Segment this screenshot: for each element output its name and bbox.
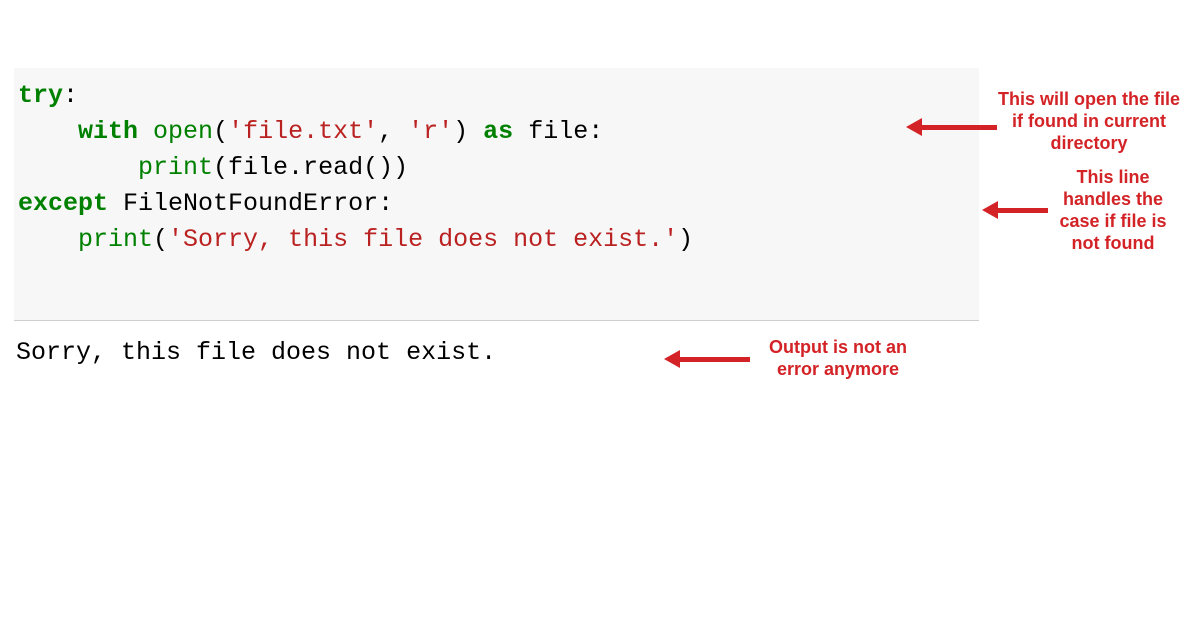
type-filenotfound: FileNotFoundError: — [123, 189, 393, 218]
code-block: try: with open('file.txt', 'r') as file:… — [14, 68, 979, 321]
annotation-output: Output is not an error anymore — [748, 336, 928, 380]
arrow-icon — [982, 201, 1048, 219]
paren: ) — [453, 117, 468, 146]
code-text: (file.read()) — [213, 153, 408, 182]
space — [468, 117, 483, 146]
string-message: 'Sorry, this file does not exist.' — [168, 225, 678, 254]
space — [138, 117, 153, 146]
space — [108, 189, 123, 218]
identifier-file: file: — [528, 117, 603, 146]
indent — [18, 153, 138, 182]
paren: ) — [678, 225, 693, 254]
string-mode: 'r' — [408, 117, 453, 146]
func-print: print — [138, 153, 213, 182]
annotation-open-file: This will open the file if found in curr… — [998, 88, 1180, 154]
colon: : — [63, 81, 78, 110]
string-filename: 'file.txt' — [228, 117, 378, 146]
output-text: Sorry, this file does not exist. — [16, 338, 496, 367]
space — [513, 117, 528, 146]
indent — [18, 117, 78, 146]
paren: ( — [153, 225, 168, 254]
keyword-with: with — [78, 117, 138, 146]
arrow-icon — [906, 118, 997, 136]
comma: , — [378, 117, 408, 146]
keyword-except: except — [18, 189, 108, 218]
indent — [18, 225, 78, 254]
func-open: open — [153, 117, 213, 146]
annotation-except: This line handles the case if file is no… — [1043, 166, 1183, 254]
arrow-icon — [664, 350, 750, 368]
paren: ( — [213, 117, 228, 146]
func-print: print — [78, 225, 153, 254]
keyword-try: try — [18, 81, 63, 110]
keyword-as: as — [483, 117, 513, 146]
